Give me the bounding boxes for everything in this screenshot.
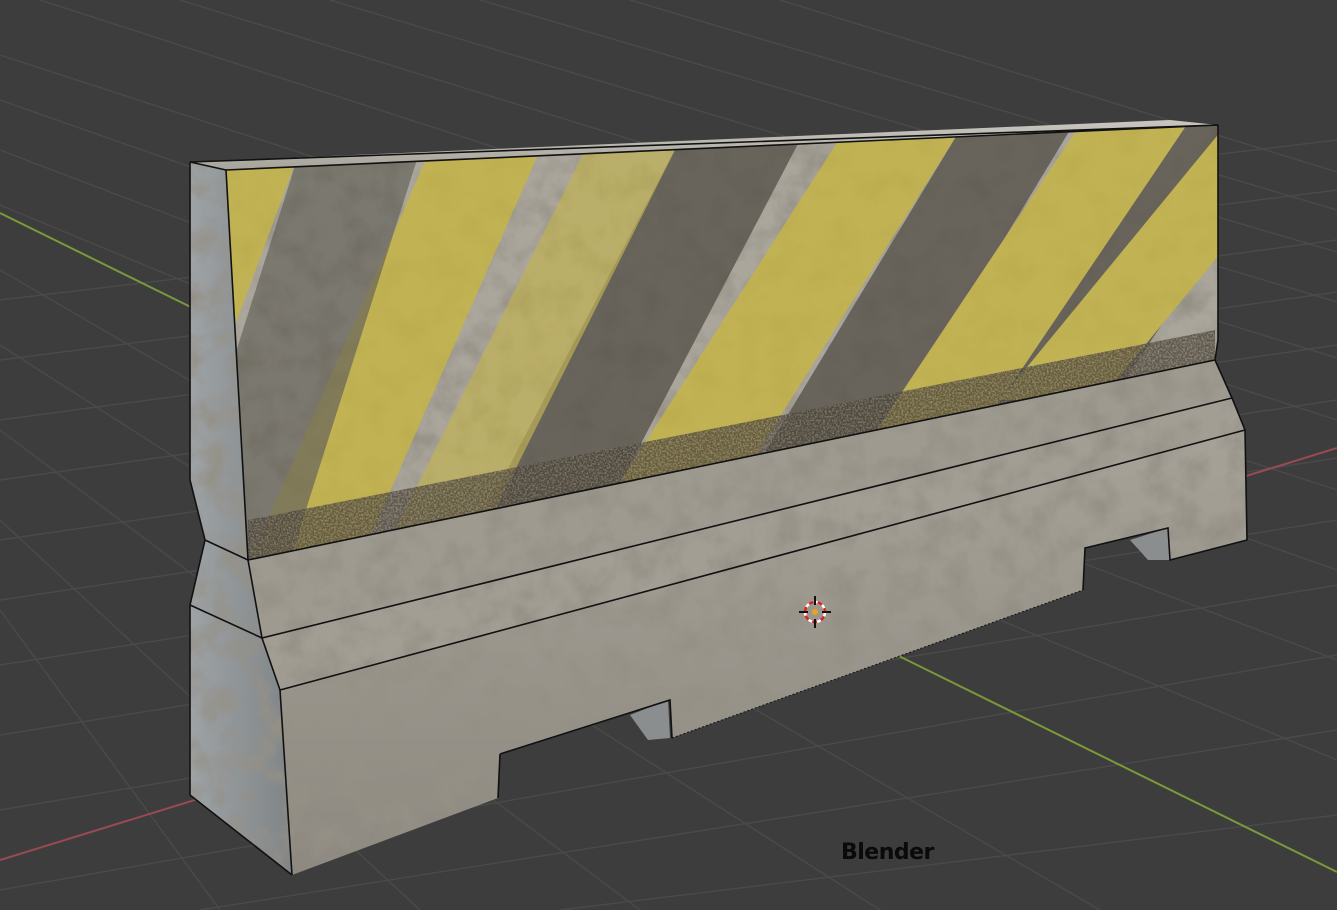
blender-caption: Blender bbox=[841, 840, 934, 865]
3d-viewport[interactable]: Blender bbox=[0, 0, 1337, 910]
concrete-barrier[interactable] bbox=[100, 120, 1330, 876]
